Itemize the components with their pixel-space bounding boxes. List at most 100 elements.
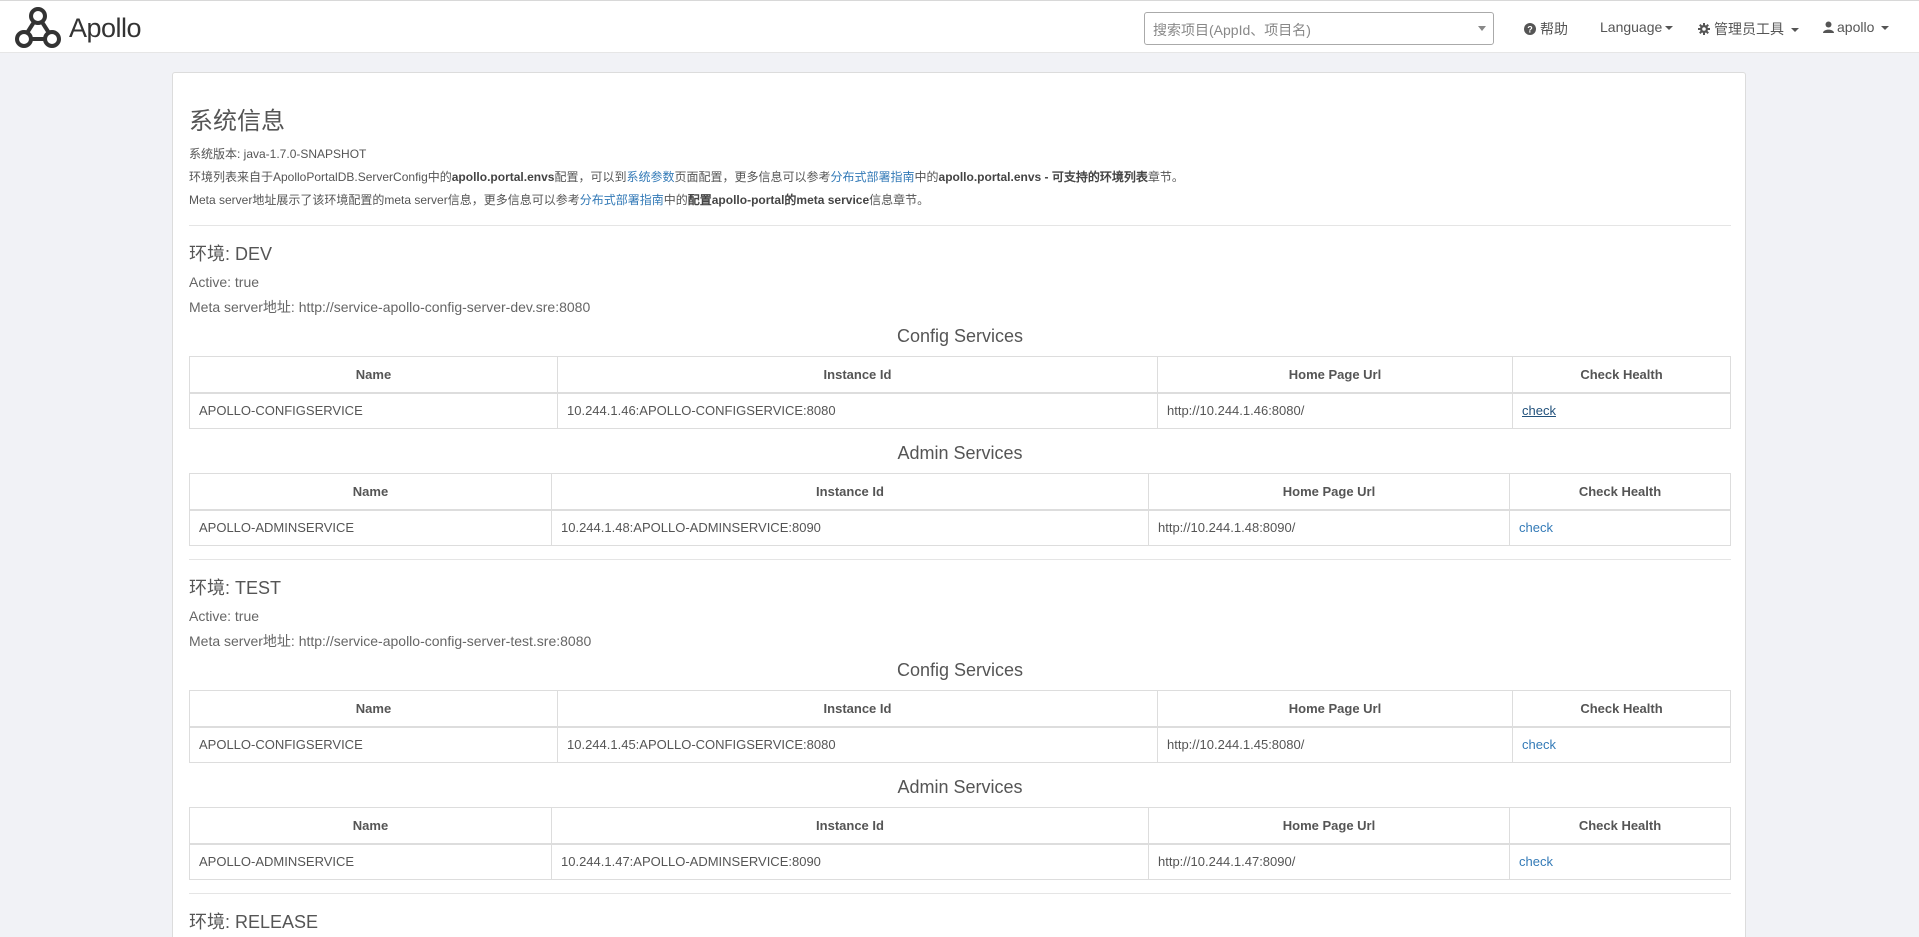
chevron-down-icon — [1478, 26, 1486, 31]
cell-instance-id: 10.244.1.47:APOLLO-ADMINSERVICE:8090 — [551, 843, 1149, 880]
column-header-instance-id: Instance Id — [557, 690, 1158, 728]
env-title-release: 环境: RELEASE — [189, 912, 319, 932]
language-label: Language — [1600, 19, 1663, 35]
cell-home-page-url: http://10.244.1.48:8090/ — [1148, 509, 1510, 546]
env-active: Active: true — [189, 608, 260, 624]
admin-services-table: Name Instance Id Home Page Url Check Hea… — [189, 807, 1731, 880]
help-label: 帮助 — [1540, 21, 1568, 37]
column-header-check-health: Check Health — [1512, 356, 1731, 394]
cell-check-health: check — [1512, 726, 1731, 763]
table-row: APOLLO-ADMINSERVICE 10.244.1.47:APOLLO-A… — [189, 843, 1731, 880]
user-icon — [1823, 21, 1834, 33]
text-segment: Meta server地址展示了该环境配置的meta server信息，更多信息… — [189, 193, 580, 207]
cell-home-page-url: http://10.244.1.45:8080/ — [1157, 726, 1513, 763]
admin-tools-label: 管理员工具 — [1714, 21, 1784, 37]
table-row: APOLLO-CONFIGSERVICE 10.244.1.45:APOLLO-… — [189, 726, 1731, 763]
config-services-title: Config Services — [896, 326, 1024, 346]
env-block-test: 环境: TEST Active: true Meta server地址: htt… — [189, 576, 1731, 880]
system-version: 系统版本: java-1.7.0-SNAPSHOT — [189, 147, 367, 161]
project-search-input[interactable]: 搜索项目(AppId、项目名) — [1144, 12, 1494, 45]
check-health-link[interactable]: check — [1519, 520, 1553, 535]
check-health-link[interactable]: check — [1522, 403, 1556, 418]
column-header-home-page-url: Home Page Url — [1148, 473, 1510, 511]
cell-check-health: check — [1509, 843, 1731, 880]
column-header-home-page-url: Home Page Url — [1148, 807, 1510, 845]
divider — [189, 559, 1731, 560]
admin-services-title: Admin Services — [897, 777, 1023, 797]
env-meta-server: Meta server地址: http://service-apollo-con… — [189, 299, 591, 315]
cell-instance-id: 10.244.1.45:APOLLO-CONFIGSERVICE:8080 — [557, 726, 1158, 763]
cell-name: APOLLO-CONFIGSERVICE — [189, 392, 558, 429]
cell-check-health: check — [1509, 509, 1731, 546]
env-meta-server: Meta server地址: http://service-apollo-con… — [189, 633, 592, 649]
column-header-name: Name — [189, 473, 552, 511]
cell-check-health: check — [1512, 392, 1731, 429]
bold-segment: apollo.portal.envs — [451, 170, 555, 184]
table-header-row: Name Instance Id Home Page Url Check Hea… — [189, 473, 1731, 511]
cell-name: APOLLO-ADMINSERVICE — [189, 843, 552, 880]
env-title: 环境: TEST — [189, 578, 282, 598]
text-segment: 信息章节。 — [869, 193, 930, 207]
env-title: 环境: DEV — [189, 244, 273, 264]
panel-content: 系统信息 系统版本: java-1.7.0-SNAPSHOT 环境列表来自于Ap… — [189, 107, 1731, 934]
env-block-dev: 环境: DEV Active: true Meta server地址: http… — [189, 242, 1731, 546]
cell-name: APOLLO-CONFIGSERVICE — [189, 726, 558, 763]
help-link[interactable]: ? 帮助 — [1524, 19, 1568, 39]
system-params-link[interactable]: 系统参数 — [626, 170, 674, 184]
env-list-description: 环境列表来自于ApolloPortalDB.ServerConfig中的apol… — [189, 166, 1731, 189]
chevron-down-icon — [1665, 26, 1674, 30]
column-header-name: Name — [189, 690, 558, 728]
cell-home-page-url: http://10.244.1.46:8080/ — [1157, 392, 1513, 429]
user-dropdown[interactable]: apollo — [1823, 19, 1890, 35]
column-header-check-health: Check Health — [1509, 807, 1731, 845]
column-header-instance-id: Instance Id — [557, 356, 1158, 394]
text-segment: 章节。 — [1147, 170, 1184, 184]
column-header-instance-id: Instance Id — [551, 473, 1149, 511]
svg-text:?: ? — [1527, 25, 1533, 35]
apollo-logo[interactable]: Apollo — [13, 5, 142, 51]
column-header-instance-id: Instance Id — [551, 807, 1149, 845]
cell-instance-id: 10.244.1.46:APOLLO-CONFIGSERVICE:8080 — [557, 392, 1158, 429]
check-health-link[interactable]: check — [1519, 854, 1553, 869]
chevron-down-icon — [1791, 28, 1799, 32]
gear-icon — [1698, 23, 1710, 35]
divider — [189, 893, 1731, 894]
logo-text: Apollo — [69, 12, 142, 43]
cell-name: APOLLO-ADMINSERVICE — [189, 509, 552, 546]
meta-server-description: Meta server地址展示了该环境配置的meta server信息，更多信息… — [189, 189, 1731, 212]
deploy-guide-link[interactable]: 分布式部署指南 — [830, 170, 914, 184]
apollo-logo-icon — [15, 7, 61, 48]
table-row: APOLLO-ADMINSERVICE 10.244.1.48:APOLLO-A… — [189, 509, 1731, 546]
table-header-row: Name Instance Id Home Page Url Check Hea… — [189, 356, 1731, 394]
text-segment: 中的 — [914, 170, 939, 184]
search-placeholder: 搜索项目(AppId、项目名) — [1153, 22, 1311, 38]
bold-segment: apollo.portal.envs - 可支持的环境列表 — [938, 170, 1148, 184]
cell-instance-id: 10.244.1.48:APOLLO-ADMINSERVICE:8090 — [551, 509, 1149, 546]
admin-services-table: Name Instance Id Home Page Url Check Hea… — [189, 473, 1731, 546]
column-header-name: Name — [189, 807, 552, 845]
top-navbar: Apollo 搜索项目(AppId、项目名) ? 帮助 Language 管理员… — [0, 0, 1919, 53]
divider — [189, 225, 1731, 226]
column-header-name: Name — [189, 356, 558, 394]
chevron-down-icon — [1881, 26, 1890, 30]
text-segment: 配置，可以到 — [554, 170, 627, 184]
column-header-home-page-url: Home Page Url — [1157, 690, 1513, 728]
check-health-link[interactable]: check — [1522, 737, 1556, 752]
system-info-panel: 系统信息 系统版本: java-1.7.0-SNAPSHOT 环境列表来自于Ap… — [172, 72, 1746, 937]
column-header-check-health: Check Health — [1512, 690, 1731, 728]
user-label: apollo — [1837, 19, 1875, 35]
deploy-guide-link[interactable]: 分布式部署指南 — [580, 193, 664, 207]
admin-tools-dropdown[interactable]: 管理员工具 — [1698, 19, 1799, 39]
language-dropdown[interactable]: Language — [1600, 19, 1674, 35]
env-active: Active: true — [189, 274, 260, 290]
table-header-row: Name Instance Id Home Page Url Check Hea… — [189, 807, 1731, 845]
table-row: APOLLO-CONFIGSERVICE 10.244.1.46:APOLLO-… — [189, 392, 1731, 429]
config-services-table: Name Instance Id Home Page Url Check Hea… — [189, 356, 1731, 429]
cell-home-page-url: http://10.244.1.47:8090/ — [1148, 843, 1510, 880]
text-segment: 页面配置，更多信息可以参考 — [674, 170, 831, 184]
column-header-home-page-url: Home Page Url — [1157, 356, 1513, 394]
bold-segment: 配置apollo-portal的meta service — [687, 193, 870, 207]
admin-services-title: Admin Services — [897, 443, 1023, 463]
text-segment: 环境列表来自于ApolloPortalDB.ServerConfig中的 — [189, 170, 452, 184]
table-header-row: Name Instance Id Home Page Url Check Hea… — [189, 690, 1731, 728]
